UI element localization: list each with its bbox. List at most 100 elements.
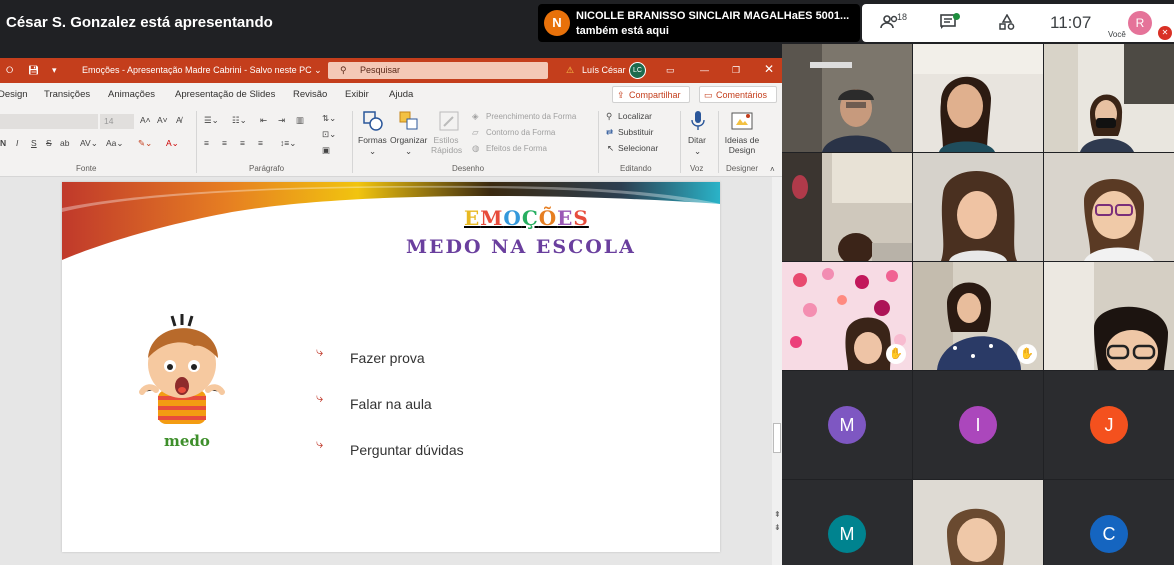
scroll-thumb[interactable] — [773, 423, 781, 453]
arrange-dropdown-icon[interactable]: ⌄ — [405, 146, 412, 157]
select-icon[interactable]: ↖ — [607, 143, 614, 154]
quick-styles-icon[interactable] — [438, 110, 460, 134]
tab-design[interactable]: Design — [0, 89, 28, 100]
arrow-icon: ⤷ — [316, 390, 324, 405]
highlight-icon[interactable]: ✎⌄ — [138, 138, 152, 149]
underline-icon[interactable]: S — [31, 138, 37, 148]
smartart-icon[interactable]: ▣ — [322, 145, 330, 156]
video-tile[interactable] — [782, 44, 912, 152]
collapse-ribbon-icon[interactable]: ˄ — [770, 165, 775, 174]
video-tile[interactable] — [1044, 262, 1174, 370]
tab-slideshow[interactable]: Apresentação de Slides — [175, 89, 275, 100]
group-label-designer: Designer — [726, 164, 759, 173]
shape-outline-icon[interactable]: ▱ — [472, 127, 479, 138]
close-icon[interactable]: ✕ — [764, 62, 774, 76]
replace-label[interactable]: Substituir — [618, 127, 653, 137]
change-case-icon[interactable]: Aa⌄ — [106, 138, 124, 149]
search-box[interactable]: ⚲ Pesquisar — [328, 62, 548, 79]
align-left-icon[interactable]: ≡ — [204, 138, 209, 148]
design-ideas-icon[interactable] — [730, 110, 754, 134]
font-size-box[interactable]: 14 — [100, 114, 134, 129]
line-spacing-icon[interactable]: ↕≡⌄ — [280, 138, 296, 149]
ribbon-display-icon[interactable]: ▭ — [666, 65, 675, 76]
shapes-icon[interactable] — [362, 110, 384, 134]
video-tile[interactable] — [1044, 44, 1174, 152]
vertical-scrollbar[interactable] — [772, 177, 782, 565]
bold-icon[interactable]: N — [0, 138, 6, 148]
columns-icon[interactable]: ▥ — [296, 115, 304, 126]
shadow-icon[interactable]: ab — [60, 138, 69, 148]
search-icon: ⚲ — [340, 65, 347, 75]
comments-button[interactable]: ▭ Comentários — [699, 86, 777, 103]
warning-icon: ⚠ — [566, 65, 575, 75]
minimize-icon[interactable]: — — [700, 65, 709, 75]
replace-icon[interactable]: ⇄ — [606, 127, 613, 138]
autosave-icon[interactable]: ⭘ — [6, 65, 13, 76]
bullets-icon[interactable]: ☰⌄ — [204, 115, 219, 126]
shape-fill-icon[interactable]: ◈ — [472, 111, 479, 122]
notification-name: NICOLLE BRANISSO SINCLAIR MAGALHaES 5001… — [576, 10, 850, 22]
shape-effects-icon[interactable]: ◍ — [472, 143, 479, 154]
share-button[interactable]: ⇪ Compartilhar — [612, 86, 690, 103]
font-color-icon[interactable]: A⌄ — [166, 138, 179, 149]
title-letter: O — [503, 206, 522, 230]
grow-font-icon[interactable]: A˄ — [140, 115, 151, 125]
dictate-dropdown-icon[interactable]: ⌄ — [694, 146, 701, 157]
video-tile[interactable] — [913, 44, 1043, 152]
separator — [680, 111, 681, 173]
group-label-paragraph: Parágrafo — [249, 164, 285, 173]
clear-format-icon[interactable]: A̸ — [176, 115, 182, 125]
shapes-dropdown-icon[interactable]: ⌄ — [369, 146, 376, 157]
participant-tile[interactable]: C — [1044, 480, 1174, 565]
user-avatar[interactable]: LC — [629, 62, 646, 79]
increase-indent-icon[interactable]: ⇥ — [278, 115, 285, 126]
select-label[interactable]: Selecionar — [618, 143, 658, 153]
font-family-box[interactable] — [0, 114, 98, 129]
tab-animations[interactable]: Animações — [108, 89, 155, 100]
tab-help[interactable]: Ajuda — [389, 89, 413, 100]
slide-subtitle: MEDO NA ESCOLA — [406, 236, 636, 258]
shape-effects-label[interactable]: Efeitos de Forma — [486, 144, 547, 153]
activities-icon[interactable] — [998, 13, 1016, 35]
video-tile[interactable] — [782, 153, 912, 261]
tab-view[interactable]: Exibir — [345, 89, 369, 100]
participant-tile[interactable]: J — [1044, 371, 1174, 479]
strikethrough-icon[interactable]: S — [46, 138, 52, 148]
notification-message: também está aqui — [576, 25, 669, 37]
save-icon[interactable]: 💾︎ — [28, 65, 39, 76]
scared-boy-illustration — [139, 314, 225, 424]
video-tile[interactable] — [1044, 153, 1174, 261]
prev-slide-icon[interactable]: ⇞ — [774, 510, 781, 519]
text-direction-icon[interactable]: ⇅⌄ — [322, 113, 336, 124]
participant-tile[interactable]: M — [782, 371, 912, 479]
arrange-icon[interactable] — [398, 110, 420, 134]
join-notification[interactable]: N NICOLLE BRANISSO SINCLAIR MAGALHaES 50… — [538, 4, 860, 42]
find-label[interactable]: Localizar — [618, 111, 652, 121]
group-label-editing: Editando — [620, 164, 652, 173]
tab-transitions[interactable]: Transições — [44, 89, 90, 100]
numbering-icon[interactable]: ☷⌄ — [232, 115, 247, 126]
self-avatar[interactable]: R — [1128, 11, 1152, 35]
tab-review[interactable]: Revisão — [293, 89, 327, 100]
find-icon[interactable]: ⚲ — [606, 111, 612, 122]
shape-fill-label[interactable]: Preenchimento da Forma — [486, 112, 576, 121]
align-text-icon[interactable]: ⊡⌄ — [322, 129, 336, 140]
quick-access-menu-icon[interactable]: ▾ — [52, 65, 57, 76]
decrease-indent-icon[interactable]: ⇤ — [260, 115, 267, 126]
char-spacing-icon[interactable]: AV⌄ — [80, 138, 98, 149]
participant-tile[interactable]: M — [782, 480, 912, 565]
justify-icon[interactable]: ≡ — [258, 138, 263, 148]
align-right-icon[interactable]: ≡ — [240, 138, 245, 148]
microphone-icon[interactable] — [690, 110, 706, 134]
shape-outline-label[interactable]: Contorno da Forma — [486, 128, 555, 137]
video-tile[interactable] — [913, 480, 1043, 565]
italic-icon[interactable]: I — [16, 138, 18, 148]
restore-icon[interactable]: ❐ — [732, 65, 740, 76]
next-slide-icon[interactable]: ⇟ — [774, 523, 781, 532]
align-center-icon[interactable]: ≡ — [222, 138, 227, 148]
shrink-font-icon[interactable]: A˅ — [157, 115, 168, 125]
participant-tile[interactable]: I — [913, 371, 1043, 479]
separator — [718, 111, 719, 173]
separator — [196, 111, 197, 173]
video-tile[interactable] — [913, 153, 1043, 261]
